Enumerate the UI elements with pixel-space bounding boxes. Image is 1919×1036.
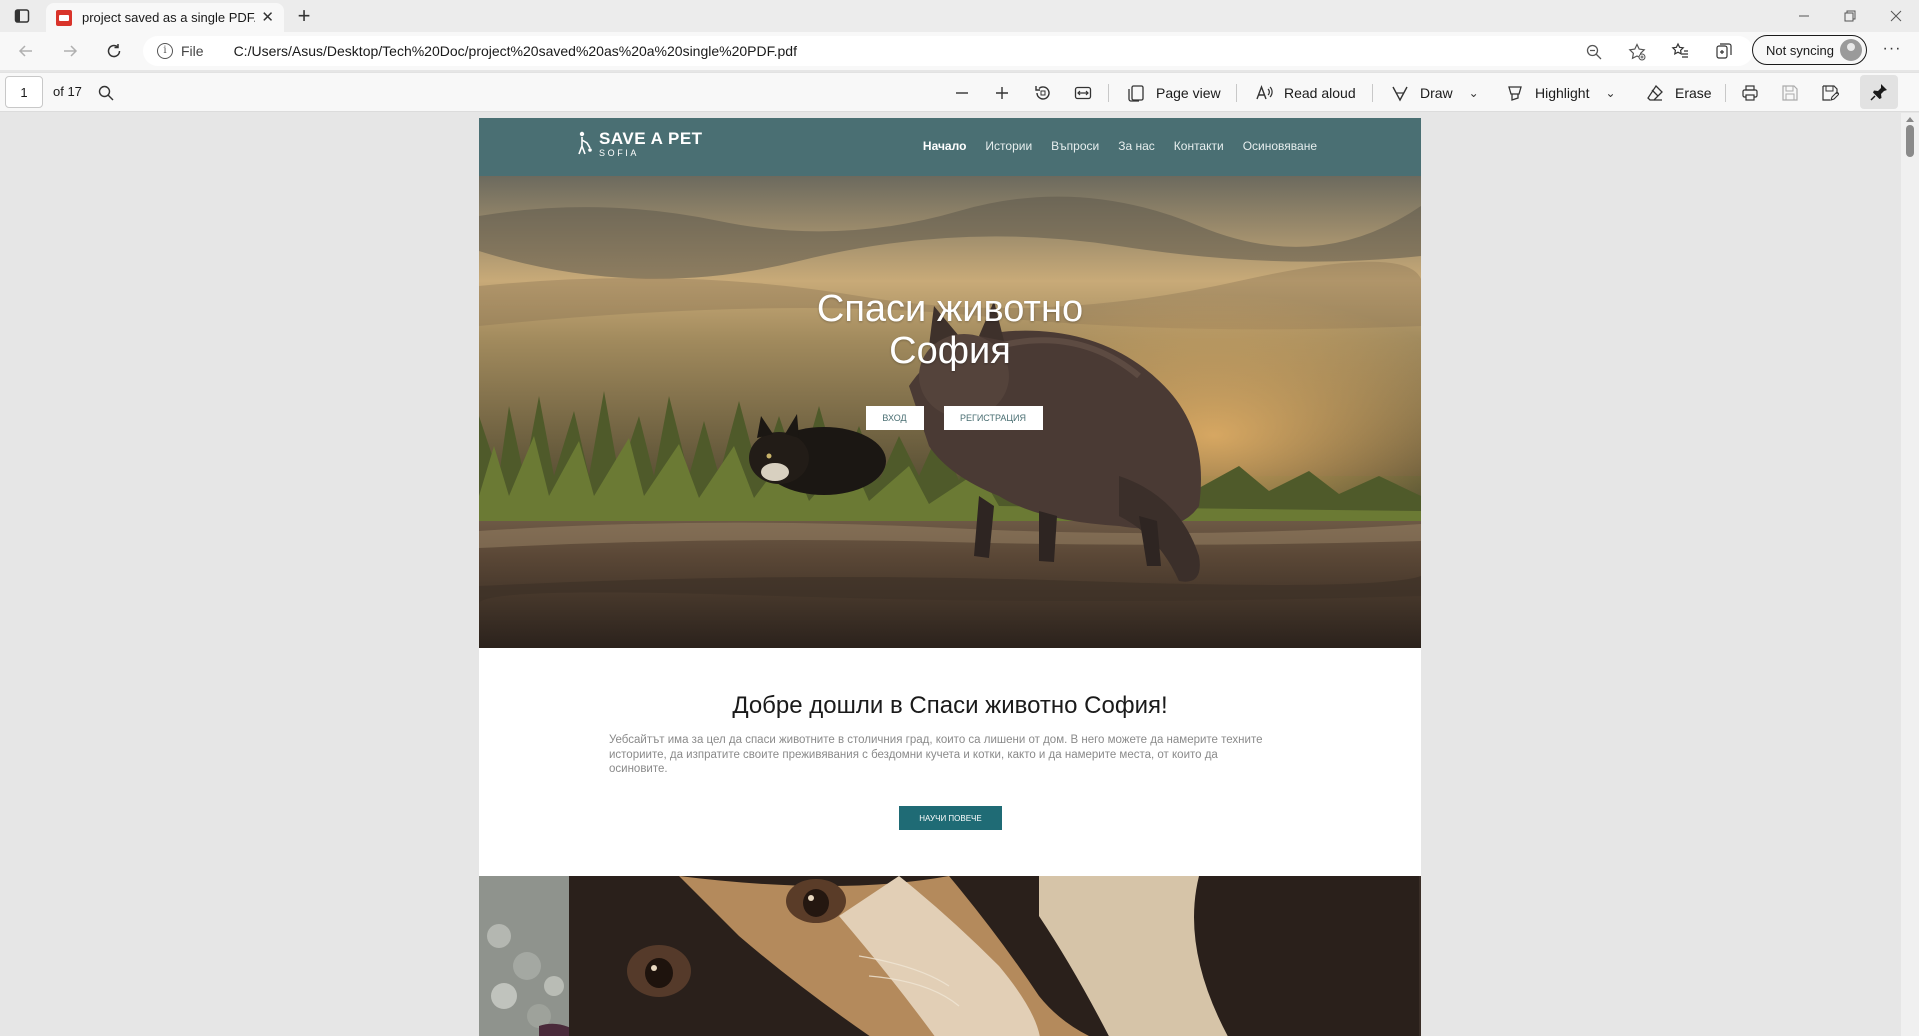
toolbar-divider — [1236, 84, 1237, 102]
login-button[interactable]: ВХОД — [865, 406, 924, 430]
welcome-title: Добре дошли в Спаси животно София! — [732, 692, 1168, 719]
dog-photo — [479, 876, 1421, 1036]
save-as-icon[interactable] — [1821, 79, 1839, 107]
draw-icon — [1390, 83, 1410, 103]
nav-item-stories[interactable]: Истории — [985, 139, 1032, 153]
nav-item-about[interactable]: За нас — [1118, 139, 1155, 153]
logo-person-icon — [578, 131, 592, 155]
toolbar-divider — [1108, 84, 1109, 102]
sync-label: Not syncing — [1766, 42, 1834, 58]
save-icon[interactable] — [1781, 79, 1799, 107]
draw-options-chevron-icon[interactable]: ⌄ — [1469, 86, 1479, 100]
zoom-out-icon[interactable] — [1585, 43, 1603, 61]
nav-item-adoption[interactable]: Осиновяване — [1243, 139, 1317, 153]
read-aloud-button[interactable]: Read aloud — [1254, 79, 1356, 107]
read-aloud-icon — [1254, 83, 1274, 103]
erase-label: Erase — [1675, 85, 1712, 101]
nav-item-contacts[interactable]: Контакти — [1174, 139, 1224, 153]
back-icon[interactable] — [12, 37, 40, 65]
toolbar-divider — [1725, 84, 1726, 102]
page-view-button[interactable]: Page view — [1126, 79, 1221, 107]
pdf-page: SAVE A PET SOFIA Начало Истории Въпроси … — [479, 118, 1421, 1036]
page-view-label: Page view — [1156, 85, 1221, 101]
close-tab-icon[interactable]: ✕ — [261, 10, 274, 25]
hero-buttons: ВХОД РЕГИСТРАЦИЯ — [479, 406, 1421, 430]
zoom-out-button[interactable] — [954, 79, 970, 107]
rotate-icon[interactable] — [1034, 79, 1052, 107]
url-scheme-label: File — [181, 43, 204, 59]
draw-button[interactable]: Draw ⌄ — [1390, 79, 1479, 107]
collections-icon[interactable] — [1715, 42, 1733, 60]
site-nav: Начало Истории Въпроси За нас Контакти О… — [923, 139, 1317, 153]
restore-icon[interactable] — [1827, 0, 1873, 32]
highlight-icon — [1505, 83, 1525, 103]
highlight-button[interactable]: Highlight ⌄ — [1505, 79, 1616, 107]
nav-item-questions[interactable]: Въпроси — [1051, 139, 1099, 153]
scrollbar-thumb[interactable] — [1906, 125, 1914, 157]
url-text[interactable]: C:/Users/Asus/Desktop/Tech%20Doc/project… — [234, 43, 797, 59]
learn-more-button[interactable]: НАУЧИ ПОВЕЧЕ — [899, 806, 1002, 830]
highlight-label: Highlight — [1535, 85, 1590, 101]
logo-name: SAVE A PET — [599, 129, 703, 148]
welcome-text: Уебсайтът има за цел да спаси животните … — [609, 734, 1263, 775]
hero-title: Спаси животно София — [479, 288, 1421, 372]
hero-section: Спаси животно София ВХОД РЕГИСТРАЦИЯ — [479, 176, 1421, 648]
read-aloud-label: Read aloud — [1284, 85, 1356, 101]
hero-title-line1: Спаси животно — [816, 288, 1084, 330]
tab-title: project saved as a single PDF.pdf — [82, 10, 255, 25]
tab-actions-icon[interactable] — [10, 6, 34, 26]
logo-text: SAVE A PET SOFIA — [599, 130, 703, 158]
scroll-up-icon[interactable] — [1906, 117, 1914, 122]
hero-title-line2: София — [889, 330, 1011, 372]
pin-toolbar-icon[interactable] — [1860, 75, 1898, 109]
pdf-toolbar: 1 of 17 Page view Read aloud Draw ⌄ High… — [0, 72, 1919, 112]
new-tab-button[interactable]: + — [292, 4, 316, 28]
print-icon[interactable] — [1741, 79, 1759, 107]
eraser-icon — [1645, 83, 1665, 103]
pdf-viewer[interactable]: SAVE A PET SOFIA Начало Истории Въпроси … — [0, 113, 1919, 1036]
navigation-bar: i File C:/Users/Asus/Desktop/Tech%20Doc/… — [0, 32, 1919, 70]
minimize-icon[interactable] — [1781, 0, 1827, 32]
register-button[interactable]: РЕГИСТРАЦИЯ — [943, 406, 1043, 430]
more-options-icon[interactable]: ··· — [1880, 40, 1904, 62]
sync-status-button[interactable]: Not syncing — [1752, 35, 1867, 65]
add-favorite-icon[interactable] — [1628, 43, 1646, 61]
erase-button[interactable]: Erase — [1645, 79, 1712, 107]
search-icon[interactable] — [98, 79, 114, 107]
draw-label: Draw — [1420, 85, 1453, 101]
fit-to-width-icon[interactable] — [1074, 79, 1092, 107]
page-number-input[interactable]: 1 — [5, 76, 43, 108]
nav-item-home[interactable]: Начало — [923, 139, 966, 153]
page-count-label: of 17 — [53, 84, 82, 99]
dog-photo-art — [479, 876, 1421, 1036]
profile-avatar-icon — [1840, 39, 1862, 61]
refresh-icon[interactable] — [100, 37, 128, 65]
site-logo[interactable]: SAVE A PET SOFIA — [577, 130, 703, 158]
highlight-options-chevron-icon[interactable]: ⌄ — [1605, 86, 1615, 100]
page-view-icon — [1126, 83, 1146, 103]
pdf-file-icon — [56, 9, 72, 26]
close-window-icon[interactable] — [1873, 0, 1919, 32]
address-bar[interactable]: i File C:/Users/Asus/Desktop/Tech%20Doc/… — [143, 36, 1753, 66]
tab-strip: project saved as a single PDF.pdf ✕ + — [0, 0, 1919, 32]
browser-tab[interactable]: project saved as a single PDF.pdf ✕ — [46, 3, 284, 32]
site-info-icon[interactable]: i — [157, 43, 173, 59]
welcome-section: Добре дошли в Спаси животно София! Уебса… — [479, 648, 1421, 876]
zoom-in-button[interactable] — [994, 79, 1010, 107]
logo-sub: SOFIA — [599, 148, 640, 158]
toolbar-divider — [1372, 84, 1373, 102]
site-header: SAVE A PET SOFIA Начало Истории Въпроси … — [479, 118, 1421, 176]
favorites-icon[interactable] — [1671, 42, 1689, 60]
vertical-scrollbar[interactable] — [1901, 113, 1919, 1036]
forward-icon[interactable] — [56, 37, 84, 65]
